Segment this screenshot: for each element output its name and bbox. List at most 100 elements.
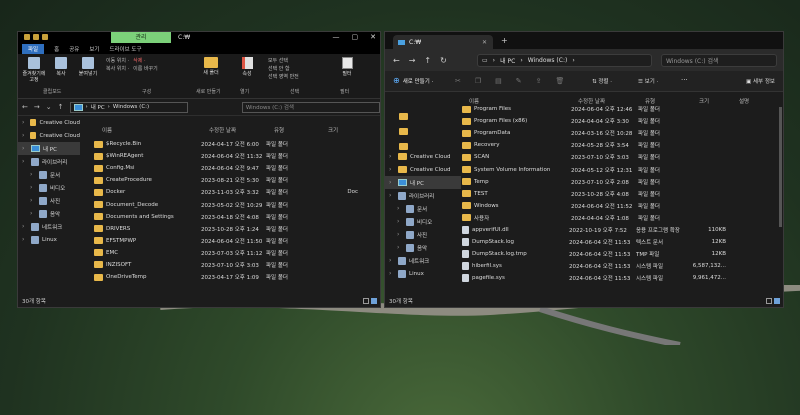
select-all-button[interactable]: 모두 선택 (268, 57, 328, 65)
table-row[interactable]: EFSTMPWP 2024-06-04 오전 11:50 파일 폴더 (94, 235, 380, 247)
new-button[interactable]: ⊕ 새로 만들기 · (393, 76, 433, 85)
chevron-right-icon[interactable]: › (397, 244, 403, 251)
minimize-button[interactable]: — (333, 33, 340, 41)
nav-item[interactable]: › 내 PC (385, 176, 461, 189)
nav-item[interactable]: › 사진 (385, 228, 461, 241)
nav-item[interactable]: › 사진 (18, 194, 80, 207)
invert-selection-button[interactable]: 선택 영역 반전 (268, 73, 328, 81)
nav-item[interactable]: › Creative Cloud (18, 129, 80, 142)
copy-to-button[interactable]: 복사 위치 · (106, 65, 129, 73)
chevron-right-icon[interactable]: › (22, 158, 28, 165)
quick-access-toolbar[interactable] (24, 34, 48, 40)
chevron-right-icon[interactable]: › (397, 231, 403, 238)
table-row[interactable]: DumpStack.log.tmp 2024-06-04 오전 11:53 TMP … (462, 248, 780, 260)
chevron-right-icon[interactable]: › (389, 270, 395, 277)
address-bar[interactable]: › 내 PC › Windows (C:) (69, 101, 188, 113)
nav-item[interactable]: › 문서 (385, 202, 461, 215)
select-none-button[interactable]: 선택 안 함 (268, 65, 328, 73)
copy-icon[interactable]: ❐ (475, 77, 481, 85)
table-row[interactable]: Document_Decode 2023-05-02 오전 10:29 파일 폴더 (94, 198, 380, 210)
properties-button[interactable]: 속성 (234, 57, 260, 77)
table-row[interactable]: Temp 2023-07-10 오후 2:08 파일 폴더 (462, 176, 780, 188)
chevron-right-icon[interactable]: › (389, 179, 395, 186)
table-row[interactable]: Docker 2023-11-03 오후 3:32 파일 폴더 Doc (94, 186, 380, 198)
back-icon[interactable]: ← (393, 56, 400, 65)
table-row[interactable]: Recovery 2024-05-28 오후 3:54 파일 폴더 (462, 139, 780, 151)
delete-icon[interactable]: 🗑 (556, 77, 565, 85)
chevron-down-icon[interactable]: ⌄ (46, 103, 52, 111)
chevron-right-icon[interactable]: › (30, 210, 36, 217)
search-input[interactable]: Windows (C:) 검색 (661, 54, 777, 67)
table-row[interactable]: CreateProcedure 2023-08-21 오전 5:30 파일 폴더 (94, 174, 380, 186)
nav-item[interactable]: › 내 PC (18, 142, 80, 155)
tiles-view-icon[interactable] (774, 298, 780, 304)
details-view-icon[interactable] (766, 298, 772, 304)
up-icon[interactable]: ↑ (424, 56, 431, 65)
breadcrumb-pc[interactable]: 내 PC (500, 56, 515, 65)
nav-item[interactable]: › Linux (385, 267, 461, 280)
nav-item[interactable]: › 문서 (18, 168, 80, 181)
tab-view[interactable]: 보기 (89, 45, 99, 53)
table-row[interactable]: pagefile.sys 2024-06-04 오전 11:53 시스템 파일 9,9… (462, 272, 780, 284)
table-row[interactable]: Documents and Settings 2023-04-18 오전 4:08… (94, 211, 380, 223)
chevron-right-icon[interactable]: › (389, 192, 395, 199)
explorer-tab[interactable]: C:₩ ✕ (393, 35, 493, 49)
nav-item[interactable]: › Creative Cloud (385, 150, 461, 163)
forward-icon[interactable]: → (34, 103, 40, 111)
address-bar[interactable]: ▭ › 내 PC › Windows (C:) › (477, 54, 652, 67)
nav-item[interactable]: › Creative Cloud (18, 116, 80, 129)
table-row[interactable]: 사용자 2024-04-04 오후 1:08 파일 폴더 (462, 212, 780, 224)
chevron-right-icon[interactable]: › (22, 132, 27, 139)
table-row[interactable]: System Volume Information 2024-05-12 오후 1… (462, 163, 780, 175)
rename-icon[interactable]: ✎ (516, 77, 522, 85)
column-name[interactable]: 이름 (102, 126, 209, 134)
breadcrumb-drive[interactable]: Windows (C:) (528, 57, 568, 64)
share-icon[interactable]: ⇪ (536, 77, 542, 85)
chevron-right-icon[interactable]: › (22, 236, 28, 243)
column-size[interactable]: 크기 (328, 126, 368, 134)
table-row[interactable]: Windows 2024-06-04 오전 11:52 파일 폴더 (462, 200, 780, 212)
nav-item[interactable]: › 음악 (18, 207, 80, 220)
nav-item[interactable]: › 음악 (385, 241, 461, 254)
forward-icon[interactable]: → (409, 56, 416, 65)
paste-button[interactable]: 붙여넣기 (75, 57, 101, 83)
table-row[interactable]: Config.Msi 2024-06-04 오전 9:47 파일 폴더 (94, 162, 380, 174)
nav-item[interactable]: › Creative Cloud (385, 163, 461, 176)
chevron-right-icon[interactable]: › (389, 166, 395, 173)
chevron-right-icon[interactable]: › (30, 184, 36, 191)
details-pane-button[interactable]: ▣ 세부 정보 (746, 77, 775, 85)
table-row[interactable]: $Recycle.Bin 2024-04-17 오전 6:00 파일 폴더 (94, 138, 380, 150)
rename-button[interactable]: 이름 바꾸기 (133, 65, 158, 73)
breadcrumb-pc[interactable]: 내 PC (91, 103, 105, 111)
table-row[interactable]: EMC 2023-07-03 오후 11:12 파일 폴더 (94, 247, 380, 259)
table-row[interactable]: ProgramData 2024-03-16 오전 10:28 파일 폴더 (462, 127, 780, 139)
nav-item[interactable]: › 네트워크 (18, 220, 80, 233)
back-icon[interactable]: ← (22, 103, 28, 111)
copy-button[interactable]: 복사 (48, 57, 74, 83)
column-date[interactable]: 수정한 날짜 (209, 126, 274, 134)
up-icon[interactable]: ↑ (58, 103, 64, 111)
table-row[interactable]: OneDriveTemp 2023-04-17 오후 1:09 파일 폴더 (94, 271, 380, 283)
more-options-button[interactable]: ··· (681, 76, 688, 84)
table-row[interactable]: hiberfil.sys 2024-06-04 오전 11:53 시스템 파일 6,5… (462, 260, 780, 272)
close-button[interactable]: ✕ (370, 33, 376, 41)
refresh-icon[interactable]: ↻ (440, 56, 447, 65)
nav-item[interactable]: › 라이브러리 (385, 189, 461, 202)
tab-drive-tools[interactable]: 드라이브 도구 (109, 45, 141, 53)
move-to-button[interactable]: 이동 위치 · (106, 57, 129, 65)
chevron-right-icon[interactable]: › (22, 119, 27, 126)
sort-button[interactable]: ⇅ 정렬 · (592, 77, 612, 85)
chevron-right-icon[interactable]: › (389, 257, 395, 264)
chevron-right-icon[interactable]: › (22, 223, 28, 230)
nav-item[interactable]: › 네트워크 (385, 254, 461, 267)
filter-button[interactable]: 필터 (334, 57, 360, 77)
table-row[interactable]: Program Files 2024-06-04 오후 12:46 파일 폴더 (462, 103, 780, 115)
nav-item[interactable]: › 비디오 (18, 181, 80, 194)
large-icons-view-icon[interactable] (371, 298, 377, 304)
new-tab-icon[interactable]: + (501, 36, 508, 45)
chevron-right-icon[interactable]: › (30, 171, 36, 178)
view-button[interactable]: ☰ 보기 · (638, 77, 658, 85)
maximize-button[interactable]: ▢ (352, 33, 359, 41)
pin-button[interactable]: 즐겨찾기에 고정 (21, 57, 47, 83)
table-row[interactable]: INZISOFT 2023-07-10 오후 3:03 파일 폴더 (94, 259, 380, 271)
